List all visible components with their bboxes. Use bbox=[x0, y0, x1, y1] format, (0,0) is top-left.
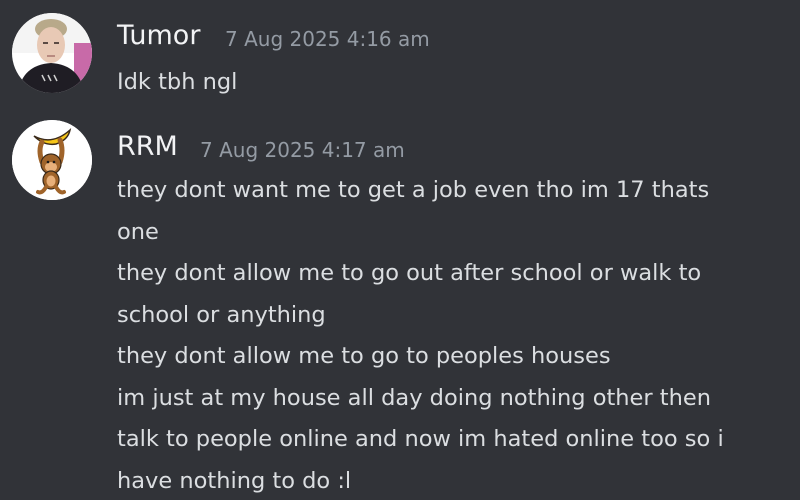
message-text-line: talk to people online and now im hated o… bbox=[117, 426, 724, 452]
message-timestamp[interactable]: 7 Aug 2025 4:16 am bbox=[225, 29, 430, 49]
message-text-line: they dont allow me to go to peoples hous… bbox=[117, 343, 611, 369]
message-text-line: one bbox=[117, 218, 159, 245]
user-photo-icon bbox=[12, 13, 92, 93]
username[interactable]: Tumor bbox=[117, 22, 200, 49]
message-content: Idk tbh ngl bbox=[117, 62, 777, 104]
avatar[interactable] bbox=[12, 120, 92, 200]
message-text-line: they dont want me to get a job even tho … bbox=[117, 177, 710, 203]
message-text-line: Idk tbh ngl bbox=[117, 69, 238, 95]
message-timestamp[interactable]: 7 Aug 2025 4:17 am bbox=[200, 140, 405, 160]
monkey-banana-icon bbox=[12, 120, 92, 200]
avatar[interactable] bbox=[12, 13, 92, 93]
message-content: they dont want me to get a job even tho … bbox=[117, 170, 777, 500]
message-text-line: school or anything bbox=[117, 301, 326, 328]
message-text-line: they dont allow me to go out after schoo… bbox=[117, 260, 702, 286]
message-text-line: have nothing to do :l bbox=[117, 467, 352, 494]
message-text-line: im just at my house all day doing nothin… bbox=[117, 384, 711, 411]
chat-message-list: Tumor 7 Aug 2025 4:16 am Idk tbh ngl RRM… bbox=[0, 0, 800, 500]
username[interactable]: RRM bbox=[117, 133, 178, 160]
